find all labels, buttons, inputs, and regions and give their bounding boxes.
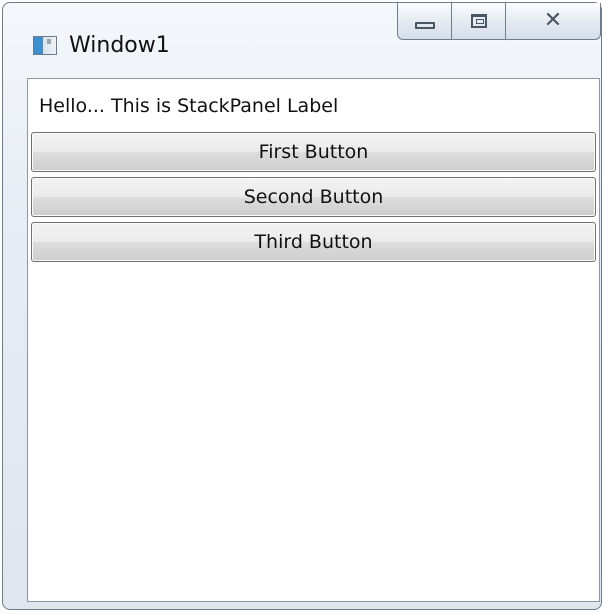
- caption-buttons: ✕: [397, 3, 601, 40]
- window-app-icon[interactable]: [33, 36, 57, 55]
- stack-panel: Hello... This is StackPanel Label First …: [27, 78, 600, 602]
- window-frame: Window1 ✕ Hello... This is StackPanel La…: [2, 2, 602, 610]
- third-button[interactable]: Third Button: [31, 222, 596, 262]
- maximize-icon: [470, 14, 487, 28]
- minimize-button[interactable]: [397, 3, 451, 40]
- close-icon: ✕: [543, 8, 563, 33]
- maximize-button[interactable]: [451, 3, 505, 40]
- minimize-icon: [414, 21, 435, 29]
- stackpanel-label: Hello... This is StackPanel Label: [39, 95, 339, 117]
- title-bar[interactable]: Window1 ✕: [3, 3, 601, 78]
- second-button[interactable]: Second Button: [31, 177, 596, 217]
- close-button[interactable]: ✕: [505, 3, 601, 40]
- first-button[interactable]: First Button: [31, 132, 596, 172]
- window-title: Window1: [69, 33, 170, 58]
